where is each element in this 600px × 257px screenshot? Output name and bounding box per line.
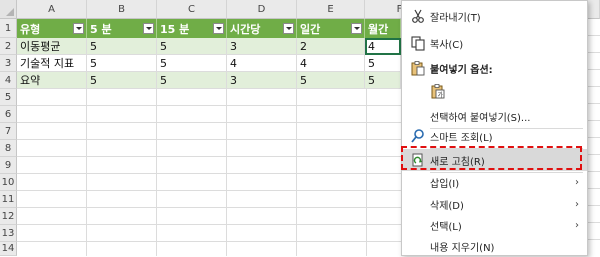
row-header-1[interactable]: 1 — [0, 19, 17, 38]
context-menu: 잘라내기(T) 복사(C) 붙여넣기 옵션: 가 선택하여 붙여넣기(S)... — [401, 0, 588, 256]
row-header-10[interactable]: 10 — [0, 174, 17, 191]
column-header-a[interactable]: A — [17, 0, 87, 19]
menu-item-select[interactable]: 선택(L) › — [402, 214, 587, 236]
filter-dropdown-icon[interactable] — [213, 23, 224, 34]
filter-dropdown-icon[interactable] — [351, 23, 362, 34]
row-header-8[interactable]: 8 — [0, 140, 17, 157]
row-header-9[interactable]: 9 — [0, 157, 17, 174]
row-header-5[interactable]: 5 — [0, 89, 17, 106]
column-header-c[interactable]: C — [157, 0, 227, 19]
table-cell[interactable]: 5 — [87, 72, 157, 89]
menu-item-delete[interactable]: 삭제(D) › — [402, 193, 587, 215]
row-header-11[interactable]: 11 — [0, 191, 17, 208]
header-label: 시간당 — [230, 22, 261, 36]
table-cell[interactable]: 3 — [227, 72, 297, 89]
table-header-cell[interactable]: 5 분 — [87, 19, 157, 38]
menu-item-label: 복사(C) — [430, 39, 464, 51]
filter-dropdown-icon[interactable] — [283, 23, 294, 34]
chevron-right-icon: › — [575, 198, 579, 210]
refresh-icon — [412, 153, 423, 167]
menu-item-label: 스마트 조회(L) — [430, 132, 493, 144]
paste-icon — [411, 61, 425, 76]
table-cell[interactable]: 4 — [297, 55, 365, 72]
row-header-4[interactable]: 4 — [0, 72, 17, 89]
header-label: 15 분 — [160, 22, 190, 36]
svg-text:가: 가 — [438, 91, 444, 99]
column-header-d[interactable]: D — [227, 0, 297, 19]
table-cell[interactable]: 요약 — [17, 72, 87, 89]
table-header-cell[interactable]: 일간 — [297, 19, 365, 38]
row-header-13[interactable]: 13 — [0, 225, 17, 242]
filter-dropdown-icon[interactable] — [143, 23, 154, 34]
chevron-right-icon: › — [575, 176, 579, 188]
row-header-7[interactable]: 7 — [0, 123, 17, 140]
copy-icon — [411, 36, 425, 51]
scissors-icon — [412, 9, 424, 23]
table-cell[interactable]: 5 — [297, 72, 365, 89]
menu-item-label: 삭제(D) — [430, 200, 464, 212]
table-cell[interactable]: 5 — [87, 55, 157, 72]
table-cell[interactable]: 5 — [157, 72, 227, 89]
paste-options-heading: 붙여넣기 옵션: — [402, 57, 587, 79]
selected-cell[interactable]: 4 — [365, 38, 401, 55]
menu-item-label: 삽입(I) — [430, 178, 460, 190]
row-header-12[interactable]: 12 — [0, 208, 17, 225]
menu-item-smart-lookup[interactable]: 스마트 조회(L) — [402, 125, 587, 147]
menu-item-cut[interactable]: 잘라내기(T) — [402, 5, 587, 27]
row-header-3[interactable]: 3 — [0, 55, 17, 72]
table-cell[interactable]: 2 — [297, 38, 365, 55]
row-header-6[interactable]: 6 — [0, 106, 17, 123]
table-cell[interactable]: 5 — [157, 38, 227, 55]
select-all-corner[interactable] — [0, 0, 17, 19]
table-cell[interactable]: 5 — [365, 55, 401, 72]
header-label: 유형 — [20, 22, 41, 36]
chevron-right-icon: › — [575, 219, 579, 231]
menu-item-label: 선택하여 붙여넣기(S)... — [430, 112, 531, 124]
menu-item-insert[interactable]: 삽입(I) › — [402, 171, 587, 193]
column-header-e[interactable]: E — [297, 0, 365, 19]
row-header-14[interactable]: 14 — [0, 242, 17, 256]
filter-dropdown-icon[interactable] — [73, 23, 84, 34]
row-header-2[interactable]: 2 — [0, 38, 17, 55]
menu-item-clear-contents[interactable]: 내용 지우기(N) — [402, 235, 587, 257]
menu-item-label: 붙여넣기 옵션: — [430, 64, 493, 76]
table-cell[interactable]: 5 — [87, 38, 157, 55]
search-icon — [411, 129, 424, 143]
menu-item-label: 내용 지우기(N) — [430, 242, 495, 254]
paste-values-option[interactable]: 가 — [402, 80, 587, 102]
menu-item-label: 새로 고침(R) — [430, 156, 485, 168]
header-label: 월간 — [368, 22, 389, 36]
table-header-cell[interactable]: 월간 — [365, 19, 401, 38]
empty-grid-area[interactable] — [17, 89, 401, 256]
menu-item-label: 선택(L) — [430, 221, 462, 233]
header-label: 5 분 — [90, 22, 112, 36]
table-cell[interactable]: 5 — [157, 55, 227, 72]
empty-grid-area-right[interactable] — [588, 19, 600, 256]
paste-text-icon: 가 — [431, 84, 445, 99]
menu-item-refresh[interactable]: 새로 고침(R) — [402, 149, 587, 171]
table-cell[interactable]: 4 — [227, 55, 297, 72]
table-cell[interactable]: 기술적 지표 — [17, 55, 87, 72]
table-cell[interactable]: 5 — [365, 72, 401, 89]
menu-item-copy[interactable]: 복사(C) — [402, 32, 587, 54]
menu-item-paste-special[interactable]: 선택하여 붙여넣기(S)... — [402, 105, 587, 127]
header-label: 일간 — [300, 22, 321, 36]
table-header-cell[interactable]: 유형 — [17, 19, 87, 38]
menu-item-label: 잘라내기(T) — [430, 12, 481, 24]
table-cell[interactable]: 이동평균 — [17, 38, 87, 55]
table-cell[interactable]: 3 — [227, 38, 297, 55]
table-header-cell[interactable]: 시간당 — [227, 19, 297, 38]
table-header-cell[interactable]: 15 분 — [157, 19, 227, 38]
column-header-b[interactable]: B — [87, 0, 157, 19]
